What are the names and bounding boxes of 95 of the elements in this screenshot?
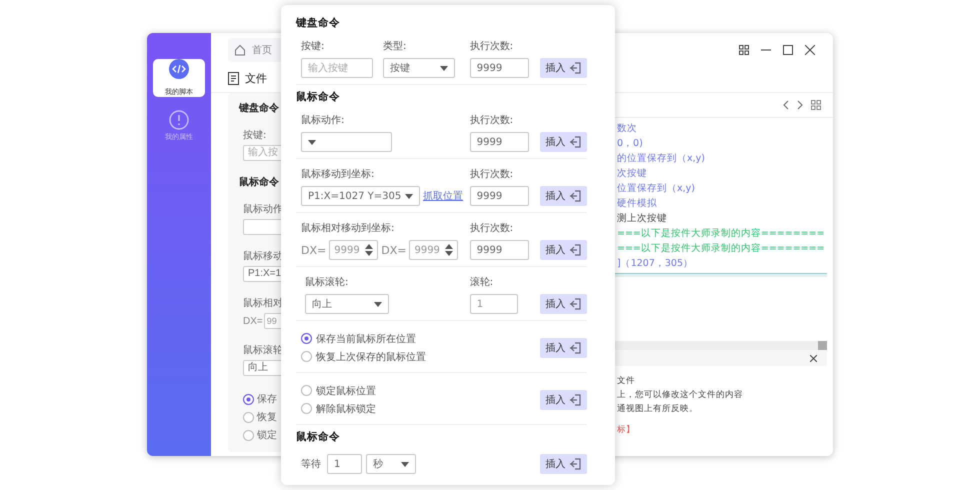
field-label: 执行次数: bbox=[470, 222, 514, 235]
field-label: 鼠标相对移动到坐标: bbox=[301, 222, 396, 235]
radio-button[interactable] bbox=[301, 351, 312, 362]
field-label: 等待 bbox=[301, 458, 321, 471]
input-field[interactable]: 99 bbox=[264, 313, 284, 329]
output-line: 通视图上有所反映。 bbox=[617, 403, 699, 416]
radio-label: 恢复上次保存的鼠标位置 bbox=[316, 350, 426, 364]
unit-dropdown[interactable]: 秒 bbox=[366, 454, 416, 474]
insert-button[interactable]: 插入 bbox=[540, 132, 587, 152]
enter-icon bbox=[568, 342, 582, 354]
radio-label: 保存 bbox=[257, 393, 277, 406]
field-label: 鼠标移动到坐标: bbox=[301, 168, 376, 181]
section-title: 键盘命令 bbox=[296, 16, 340, 30]
input-field[interactable]: 9999 bbox=[470, 240, 530, 260]
code-line: 硬件模拟 bbox=[617, 197, 658, 211]
radio-button[interactable] bbox=[301, 403, 312, 414]
radio-button[interactable] bbox=[243, 412, 254, 422]
radio-button[interactable] bbox=[243, 394, 254, 404]
home-icon bbox=[234, 44, 246, 56]
section-title: 鼠标命令 bbox=[296, 90, 340, 104]
code-line: 位置保存到（x,y) bbox=[617, 182, 696, 196]
field-label: 执行次数: bbox=[470, 114, 514, 127]
insert-button[interactable]: 插入 bbox=[540, 58, 587, 78]
capture-link[interactable]: 抓取位置 bbox=[423, 189, 463, 203]
field-label: 类型: bbox=[383, 40, 408, 53]
caret-icon bbox=[440, 66, 448, 70]
enter-icon bbox=[568, 136, 582, 148]
insert-button[interactable]: 插入 bbox=[540, 338, 587, 358]
field-label: 鼠标相对 bbox=[243, 298, 283, 310]
radio-button[interactable] bbox=[301, 385, 312, 396]
direction-dropdown[interactable]: 向上 bbox=[305, 294, 389, 314]
minimize-icon[interactable] bbox=[761, 49, 771, 51]
position-dropdown[interactable]: P1:X=1027 Y=305 bbox=[301, 186, 420, 206]
radio-label: 保存当前鼠标所在位置 bbox=[316, 332, 416, 346]
output-line: 文件 bbox=[617, 375, 636, 388]
section-title: 键盘命令 bbox=[239, 103, 279, 115]
field-label: 滚轮: bbox=[470, 276, 494, 289]
alert-icon bbox=[169, 110, 189, 130]
number-spinner[interactable]: 9999 bbox=[409, 240, 458, 260]
enter-icon bbox=[568, 298, 582, 310]
radio-button[interactable] bbox=[301, 333, 312, 344]
insert-button[interactable]: 插入 bbox=[540, 390, 587, 410]
insert-button[interactable]: 插入 bbox=[540, 240, 587, 260]
enter-icon bbox=[568, 458, 582, 470]
code-line: 数次 bbox=[617, 122, 638, 136]
chevron-left-icon[interactable] bbox=[783, 100, 789, 110]
enter-icon bbox=[568, 244, 582, 256]
code-line: ===以下是按件大师录制的内容======== bbox=[617, 242, 826, 256]
maximize-icon[interactable] bbox=[783, 45, 793, 55]
insert-button[interactable]: 插入 bbox=[540, 186, 587, 206]
caret-icon bbox=[374, 302, 382, 306]
code-icon bbox=[169, 59, 189, 79]
document-icon bbox=[228, 72, 239, 84]
enter-icon bbox=[568, 394, 582, 406]
code-line: 0，0) bbox=[617, 137, 644, 151]
output-line: 标】 bbox=[617, 424, 636, 437]
code-line: ===以下是按件大师录制的内容======== bbox=[617, 227, 826, 241]
code-line: 次按键 bbox=[617, 167, 648, 181]
field-label: 按键: bbox=[243, 130, 266, 142]
caret-icon bbox=[401, 462, 409, 466]
chevron-right-icon[interactable] bbox=[797, 100, 803, 110]
grid-icon[interactable] bbox=[739, 45, 749, 55]
field-label: 鼠标动作: bbox=[301, 114, 346, 127]
input-field[interactable]: 9999 bbox=[470, 132, 530, 152]
input-field[interactable]: 9999 bbox=[470, 58, 530, 78]
insert-button[interactable]: 插入 bbox=[540, 454, 587, 474]
code-line: 的位置保存到（x,y) bbox=[617, 152, 706, 166]
insert-button[interactable]: 插入 bbox=[540, 294, 587, 314]
code-line: 测上次按键 bbox=[617, 212, 668, 226]
close-icon[interactable] bbox=[810, 354, 817, 362]
input-field[interactable]: 1 bbox=[327, 454, 362, 474]
caret-icon bbox=[308, 140, 316, 144]
field-label: 鼠标滚轮: bbox=[305, 276, 350, 289]
section-title: 鼠标命令 bbox=[296, 430, 340, 444]
section-title: 鼠标命令 bbox=[239, 177, 279, 189]
radio-label: 锁定 bbox=[257, 428, 277, 442]
caret-icon bbox=[405, 194, 413, 198]
field-label: 按键: bbox=[301, 40, 326, 53]
output-line: 上，您可以修改这个文件的内容 bbox=[617, 388, 744, 402]
radio-label: 解除鼠标锁定 bbox=[316, 402, 376, 416]
radio-label: 锁定鼠标位置 bbox=[316, 384, 376, 398]
input-field[interactable]: 9999 bbox=[470, 186, 530, 206]
file-button[interactable]: 文件 bbox=[228, 70, 267, 86]
field-prefix: DX= bbox=[243, 316, 263, 326]
enter-icon bbox=[568, 190, 582, 202]
close-icon[interactable] bbox=[805, 45, 815, 55]
radio-button[interactable] bbox=[243, 430, 254, 440]
field-label: 执行次数: bbox=[470, 168, 514, 181]
code-line: ]（1207，305） bbox=[617, 257, 694, 271]
type-dropdown[interactable]: 按键 bbox=[383, 58, 455, 78]
field-prefix: DX= bbox=[301, 244, 326, 256]
enter-icon bbox=[568, 62, 582, 74]
field-label: 执行次数: bbox=[470, 40, 514, 53]
radio-label: 恢复 bbox=[257, 410, 277, 424]
field-prefix: DX= bbox=[381, 244, 406, 256]
